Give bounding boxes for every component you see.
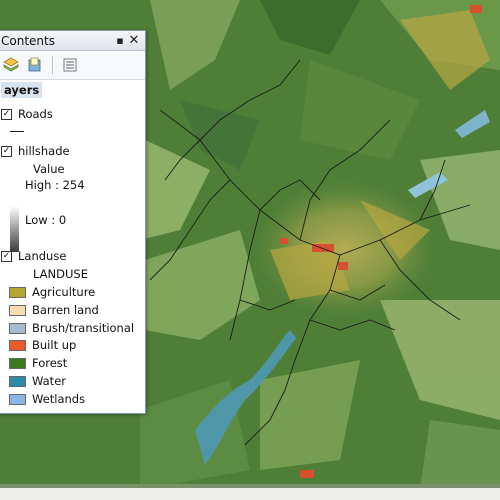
hillshade-color-ramp — [10, 206, 19, 252]
legend-item-agriculture[interactable]: Agriculture — [9, 285, 95, 299]
landuse-field-label: LANDUSE — [33, 267, 88, 281]
legend-label: Water — [32, 374, 66, 388]
legend-swatch — [9, 357, 26, 369]
roads-visibility-checkbox[interactable]: ✓ — [1, 108, 12, 120]
legend-label: Wetlands — [32, 392, 86, 406]
list-by-source-icon[interactable] — [25, 55, 45, 75]
layers-group-header[interactable]: ayers — [1, 82, 43, 98]
legend-swatch — [9, 339, 26, 351]
toc-titlebar[interactable]: Contents ▪ ✕ — [0, 31, 145, 51]
close-icon[interactable]: ✕ — [127, 33, 141, 48]
legend-label: Forest — [32, 356, 68, 370]
hillshade-value-label: Value — [33, 162, 65, 176]
layer-roads-label: Roads — [18, 107, 53, 121]
hillshade-visibility-checkbox[interactable]: ✓ — [1, 145, 12, 157]
toc-title: Contents — [1, 33, 55, 48]
legend-label: Built up — [32, 338, 77, 352]
layer-roads[interactable]: ✓ Roads — [1, 107, 53, 121]
pin-icon[interactable]: ▪ — [113, 34, 127, 47]
toc-layer-list: ayers ✓ Roads ✓ hillshade Value High : 2… — [0, 80, 145, 412]
layer-hillshade[interactable]: ✓ hillshade — [1, 144, 70, 158]
layer-landuse-label: Landuse — [18, 249, 67, 263]
legend-item-wetlands[interactable]: Wetlands — [9, 392, 85, 406]
hillshade-low-label: Low : 0 — [25, 213, 67, 227]
landuse-visibility-checkbox[interactable]: ✓ — [1, 250, 12, 262]
hillshade-high-label: High : 254 — [25, 178, 85, 192]
status-strip — [0, 488, 500, 500]
legend-item-forest[interactable]: Forest — [9, 356, 67, 370]
legend-item-brush-transitional[interactable]: Brush/transitional — [9, 321, 134, 335]
legend-label: Agriculture — [32, 285, 96, 299]
legend-swatch — [9, 322, 26, 334]
legend-item-water[interactable]: Water — [9, 374, 66, 388]
legend-swatch — [9, 304, 26, 316]
layer-hillshade-label: hillshade — [18, 144, 70, 158]
legend-item-barren-land[interactable]: Barren land — [9, 303, 99, 317]
legend-swatch — [9, 286, 26, 298]
legend-label: Brush/transitional — [32, 321, 135, 335]
table-of-contents-window[interactable]: Contents ▪ ✕ ayers ✓ Roads ✓ hillshade V… — [0, 30, 146, 414]
toolbar-separator — [52, 56, 53, 74]
list-by-drawing-order-icon[interactable] — [1, 55, 21, 75]
legend-swatch — [9, 393, 26, 405]
legend-item-built-up[interactable]: Built up — [9, 338, 76, 352]
options-icon[interactable] — [60, 55, 80, 75]
roads-line-symbol — [10, 131, 24, 132]
toc-toolbar — [0, 51, 145, 80]
legend-swatch — [9, 375, 26, 387]
legend-label: Barren land — [32, 303, 99, 317]
layer-landuse[interactable]: ✓ Landuse — [1, 249, 66, 263]
